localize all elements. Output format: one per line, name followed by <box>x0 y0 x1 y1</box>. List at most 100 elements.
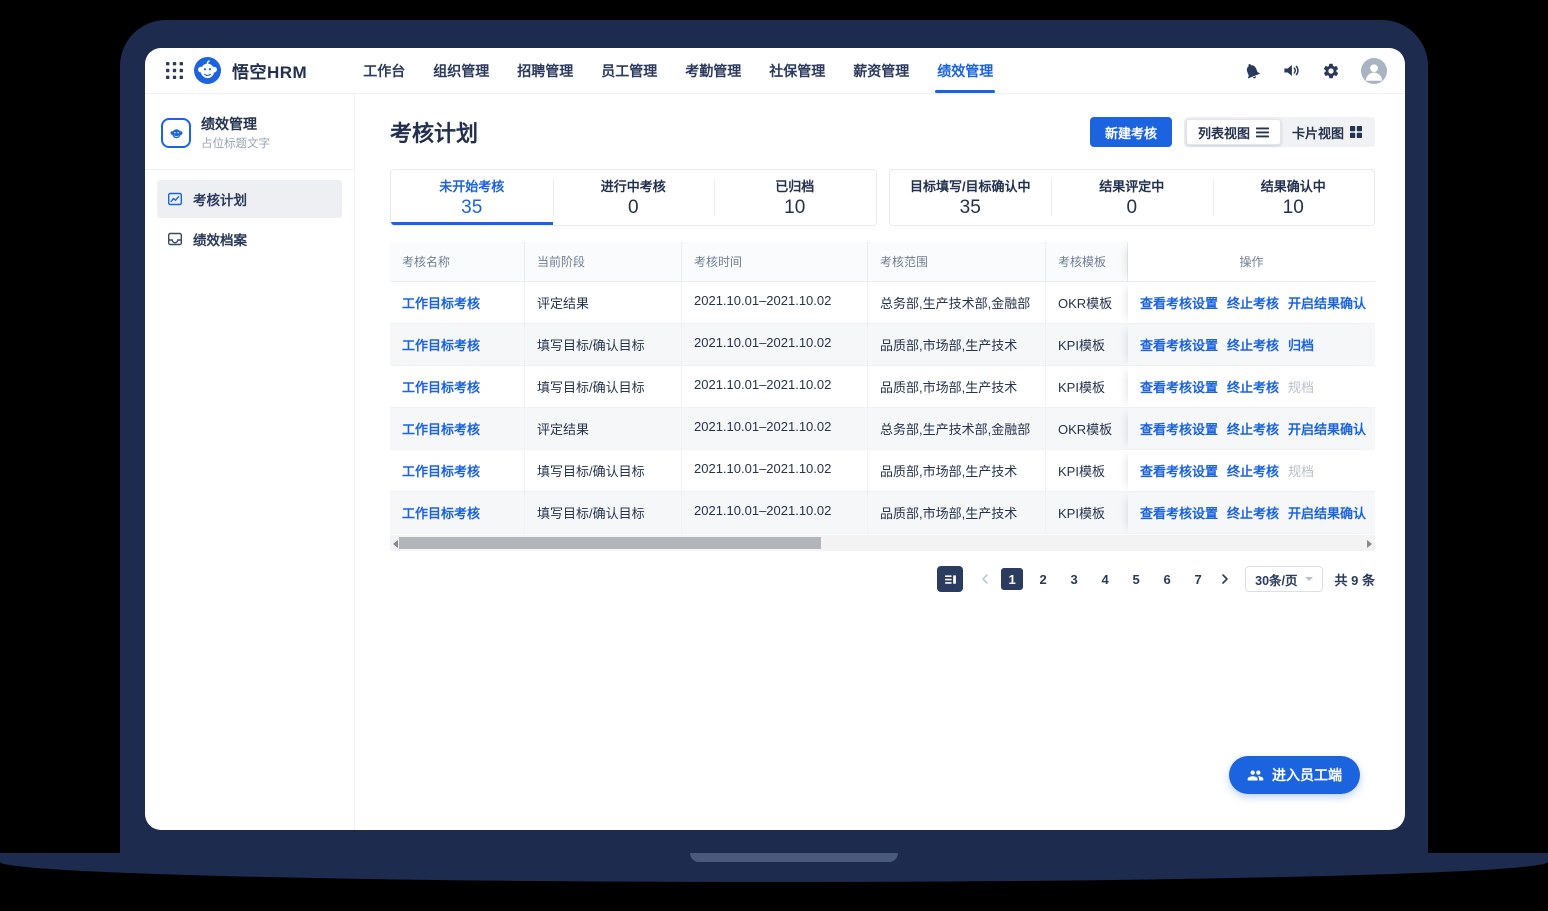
assessment-name-link[interactable]: 工作目标考核 <box>390 324 525 366</box>
new-assessment-button[interactable]: 新建考核 <box>1090 117 1172 147</box>
action-terminate[interactable]: 终止考核 <box>1227 335 1279 354</box>
action-start-result-confirm[interactable]: 开启结果确认 <box>1288 503 1366 522</box>
page-4-button[interactable]: 4 <box>1094 568 1116 590</box>
cell-actions: 查看考核设置 终止考核 规档 <box>1128 450 1375 492</box>
nav-item-payroll[interactable]: 薪资管理 <box>839 48 923 93</box>
col-name: 考核名称 <box>390 242 525 282</box>
action-terminate[interactable]: 终止考核 <box>1227 461 1279 480</box>
bell-icon[interactable] <box>1240 59 1263 82</box>
nav-item-social[interactable]: 社保管理 <box>755 48 839 93</box>
cell-stage: 评定结果 <box>525 282 682 324</box>
cell-time: 2021.10.01–2021.10.02 <box>682 282 868 324</box>
page-size-select[interactable]: 30条/页 <box>1245 566 1322 592</box>
tab-not-started[interactable]: 未开始考核 35 <box>391 170 553 225</box>
action-view-settings[interactable]: 查看考核设置 <box>1140 503 1218 522</box>
next-page-chevron-icon[interactable] <box>1218 573 1232 585</box>
sidebar-item-assessment-plan[interactable]: 考核计划 <box>157 180 342 218</box>
action-start-result-confirm[interactable]: 开启结果确认 <box>1288 293 1366 312</box>
topbar: 悟空HRM 工作台 组织管理 招聘管理 员工管理 考勤管理 社保管理 薪资管理 … <box>145 48 1405 94</box>
tab-archived[interactable]: 已归档 10 <box>714 170 876 225</box>
action-view-settings[interactable]: 查看考核设置 <box>1140 461 1218 480</box>
page-size-value: 30条/页 <box>1255 570 1297 589</box>
stat-label: 结果确认中 <box>1261 176 1326 195</box>
stat-result-confirm[interactable]: 结果确认中 10 <box>1213 170 1375 225</box>
user-avatar[interactable] <box>1361 58 1387 84</box>
action-view-settings[interactable]: 查看考核设置 <box>1140 419 1218 438</box>
cell-stage: 评定结果 <box>525 408 682 450</box>
action-terminate[interactable]: 终止考核 <box>1227 377 1279 396</box>
list-view-button[interactable]: 列表视图 <box>1186 119 1281 145</box>
cell-actions: 查看考核设置 终止考核 归档 <box>1128 324 1375 366</box>
cell-actions: 查看考核设置 终止考核 开启结果确认 <box>1128 282 1375 324</box>
gear-icon[interactable] <box>1322 62 1340 80</box>
nav-item-attendance[interactable]: 考勤管理 <box>671 48 755 93</box>
nav-item-org[interactable]: 组织管理 <box>419 48 503 93</box>
nav-item-workbench[interactable]: 工作台 <box>349 48 419 93</box>
page-title: 考核计划 <box>390 116 478 148</box>
action-start-result-confirm[interactable]: 开启结果确认 <box>1288 419 1366 438</box>
sidebar-item-performance-archive[interactable]: 绩效档案 <box>157 220 342 258</box>
horizontal-scrollbar[interactable] <box>390 535 1375 551</box>
cell-stage: 填写目标/确认目标 <box>525 492 682 534</box>
grid-squares-icon <box>1350 126 1362 138</box>
tab-count: 10 <box>784 197 805 219</box>
tab-in-progress[interactable]: 进行中考核 0 <box>553 170 715 225</box>
table-row: 工作目标考核 填写目标/确认目标 2021.10.01–2021.10.02 品… <box>390 366 1375 408</box>
page-6-button[interactable]: 6 <box>1156 568 1178 590</box>
assessment-table: 考核名称 当前阶段 考核时间 考核范围 考核模板 操作 工作目标考核 评定结果 … <box>390 242 1375 534</box>
assessment-name-link[interactable]: 工作目标考核 <box>390 366 525 408</box>
page-3-button[interactable]: 3 <box>1063 568 1085 590</box>
main-nav: 工作台 组织管理 招聘管理 员工管理 考勤管理 社保管理 薪资管理 绩效管理 <box>349 48 1007 93</box>
action-view-settings[interactable]: 查看考核设置 <box>1140 377 1218 396</box>
chevron-down-icon <box>1305 577 1313 581</box>
table-row: 工作目标考核 填写目标/确认目标 2021.10.01–2021.10.02 品… <box>390 324 1375 366</box>
assessment-name-link[interactable]: 工作目标考核 <box>390 282 525 324</box>
tab-count: 35 <box>461 197 482 219</box>
tab-label: 进行中考核 <box>601 176 666 195</box>
tab-label: 未开始考核 <box>439 176 504 195</box>
module-title: 绩效管理 <box>201 116 270 134</box>
action-archive[interactable]: 归档 <box>1288 335 1314 354</box>
scrollbar-thumb[interactable] <box>399 537 821 549</box>
prev-page-chevron-icon[interactable] <box>978 573 992 585</box>
enter-employee-portal-button[interactable]: 进入员工端 <box>1229 756 1360 794</box>
stat-goal-filling[interactable]: 目标填写/目标确认中 35 <box>890 170 1052 225</box>
action-view-settings[interactable]: 查看考核设置 <box>1140 293 1218 312</box>
action-terminate[interactable]: 终止考核 <box>1227 503 1279 522</box>
cell-template: KPI模板 <box>1046 324 1128 366</box>
card-view-button[interactable]: 卡片视图 <box>1281 119 1373 145</box>
stat-result-rating[interactable]: 结果评定中 0 <box>1051 170 1213 225</box>
page-7-button[interactable]: 7 <box>1187 568 1209 590</box>
action-terminate[interactable]: 终止考核 <box>1227 419 1279 438</box>
cell-time: 2021.10.01–2021.10.02 <box>682 324 868 366</box>
app-launcher-grid-icon[interactable] <box>166 62 183 79</box>
nav-item-performance[interactable]: 绩效管理 <box>923 48 1007 93</box>
assessment-name-link[interactable]: 工作目标考核 <box>390 408 525 450</box>
action-view-settings[interactable]: 查看考核设置 <box>1140 335 1218 354</box>
sidebar-item-label: 绩效档案 <box>193 229 247 249</box>
module-subtitle: 占位标题文字 <box>201 135 270 151</box>
cell-template: OKR模板 <box>1046 282 1128 324</box>
nav-item-employee[interactable]: 员工管理 <box>587 48 671 93</box>
scroll-right-arrow-icon[interactable] <box>1367 540 1372 548</box>
action-terminate[interactable]: 终止考核 <box>1227 293 1279 312</box>
cell-time: 2021.10.01–2021.10.02 <box>682 366 868 408</box>
app-window: 悟空HRM 工作台 组织管理 招聘管理 员工管理 考勤管理 社保管理 薪资管理 … <box>145 48 1405 830</box>
assessment-name-link[interactable]: 工作目标考核 <box>390 450 525 492</box>
table-panel-icon[interactable] <box>937 566 963 592</box>
page-2-button[interactable]: 2 <box>1032 568 1054 590</box>
sidebar-module-titles: 绩效管理 占位标题文字 <box>201 116 270 151</box>
performance-archive-icon <box>167 231 183 247</box>
page-1-button[interactable]: 1 <box>1001 568 1023 590</box>
assessment-name-link[interactable]: 工作目标考核 <box>390 492 525 534</box>
tab-count: 0 <box>628 197 639 219</box>
topbar-tools <box>1243 58 1387 84</box>
sidebar-item-label: 考核计划 <box>193 189 247 209</box>
sidebar-module-header: 绩效管理 占位标题文字 <box>145 116 354 170</box>
nav-item-recruit[interactable]: 招聘管理 <box>503 48 587 93</box>
list-lines-icon <box>1256 127 1269 138</box>
page-5-button[interactable]: 5 <box>1125 568 1147 590</box>
speaker-icon[interactable] <box>1282 61 1301 80</box>
scroll-left-arrow-icon[interactable] <box>393 540 398 548</box>
table-row: 工作目标考核 评定结果 2021.10.01–2021.10.02 总务部,生产… <box>390 282 1375 324</box>
